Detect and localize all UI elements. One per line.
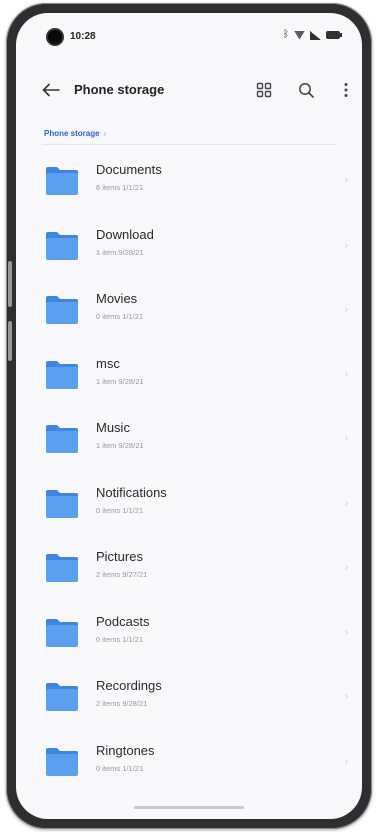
back-button[interactable] [40, 79, 62, 101]
front-camera [46, 28, 64, 46]
file-meta: 0 items 1/1/21 [96, 505, 144, 515]
file-row-download[interactable]: Download 1 item 9/28/21 › [16, 212, 362, 277]
file-name: Pictures [96, 549, 143, 564]
file-name: Notifications [96, 484, 167, 500]
arrow-left-icon [42, 83, 60, 97]
file-meta: 2 items 9/28/21 [96, 699, 148, 708]
chevron-right-icon: › [344, 175, 348, 186]
file-row-podcasts[interactable]: Podcasts 0 items 1/1/21 › [16, 599, 362, 664]
battery-icon [326, 31, 342, 39]
chevron-right-icon: › [344, 755, 348, 767]
grid-view-button[interactable] [252, 78, 276, 102]
wifi-icon [294, 30, 305, 40]
file-meta: 1 item 9/28/21 [96, 376, 144, 386]
search-icon [299, 83, 314, 98]
chevron-right-icon: › [344, 626, 348, 638]
breadcrumb-item-phone-storage[interactable]: Phone storage [44, 129, 100, 138]
folder-icon [46, 425, 78, 453]
file-row-notifications[interactable]: Notifications 0 items 1/1/21 › [16, 470, 362, 535]
page-title: Phone storage [74, 82, 165, 97]
file-name: Recordings [96, 678, 162, 693]
file-row-music[interactable]: Music 1 item 9/28/21 › [16, 405, 362, 470]
status-icons: ᛒ [283, 29, 342, 40]
folder-icon [46, 360, 78, 389]
chevron-right-icon: › [344, 562, 348, 573]
folder-icon [46, 296, 78, 324]
status-bar: 10:28 ᛒ [16, 13, 362, 53]
grid-view-icon [256, 82, 272, 98]
file-meta: 1 item 9/28/21 [96, 441, 144, 450]
search-button[interactable] [294, 78, 318, 102]
file-name: Ringtones [96, 742, 155, 758]
file-row-documents[interactable]: Documents 6 items 1/1/21 › [16, 147, 362, 212]
folder-icon [46, 683, 78, 711]
home-indicator[interactable] [134, 806, 244, 809]
file-meta: 0 items 1/1/21 [96, 763, 144, 773]
file-name: Music [96, 420, 130, 435]
folder-icon [46, 618, 78, 647]
divider [42, 144, 336, 145]
breadcrumb: Phone storage › [44, 129, 106, 138]
file-row-movies[interactable]: Movies 0 items 1/1/21 › [16, 276, 362, 341]
folder-icon [46, 167, 78, 195]
file-meta: 6 items 1/1/21 [96, 183, 144, 192]
more-options-button[interactable] [334, 78, 358, 102]
folder-icon [46, 489, 78, 518]
file-name: Download [96, 226, 154, 242]
folder-icon [46, 554, 78, 582]
file-meta: 0 items 1/1/21 [96, 312, 144, 321]
file-name: Documents [96, 162, 162, 177]
file-meta: 0 items 1/1/21 [96, 634, 144, 644]
chevron-right-icon: › [344, 497, 348, 509]
chevron-right-icon: › [344, 239, 348, 251]
chevron-right-icon: › [344, 368, 348, 380]
file-meta: 2 items 9/27/21 [96, 570, 148, 579]
file-name: Movies [96, 291, 138, 306]
breadcrumb-separator: › [103, 129, 107, 138]
more-vertical-icon [344, 83, 348, 97]
file-row-msc[interactable]: msc 1 item 9/28/21 › [16, 341, 362, 406]
file-row-recordings[interactable]: Recordings 2 items 9/28/21 › [16, 663, 362, 728]
phone-screen: 10:28 ᛒ Phone storage Phone storage › Do… [16, 13, 362, 819]
file-list: Documents 6 items 1/1/21 › Download 1 it… [16, 147, 362, 792]
folder-icon [46, 747, 78, 776]
chevron-right-icon: › [344, 691, 348, 702]
signal-icon [310, 30, 321, 40]
file-row-ringtones[interactable]: Ringtones 0 items 1/1/21 › [16, 728, 362, 793]
file-name: msc [96, 355, 120, 371]
file-meta: 1 item 9/28/21 [96, 247, 144, 257]
power-button [8, 321, 12, 361]
status-time: 10:28 [70, 31, 96, 42]
chevron-right-icon: › [344, 304, 348, 315]
volume-button [8, 261, 12, 307]
file-name: Podcasts [96, 613, 150, 629]
file-row-pictures[interactable]: Pictures 2 items 9/27/21 › [16, 534, 362, 599]
phone-frame: 10:28 ᛒ Phone storage Phone storage › Do… [6, 3, 372, 829]
bluetooth-icon: ᛒ [283, 29, 289, 40]
app-bar: Phone storage [16, 69, 362, 109]
folder-icon [46, 231, 78, 260]
chevron-right-icon: › [344, 433, 348, 444]
